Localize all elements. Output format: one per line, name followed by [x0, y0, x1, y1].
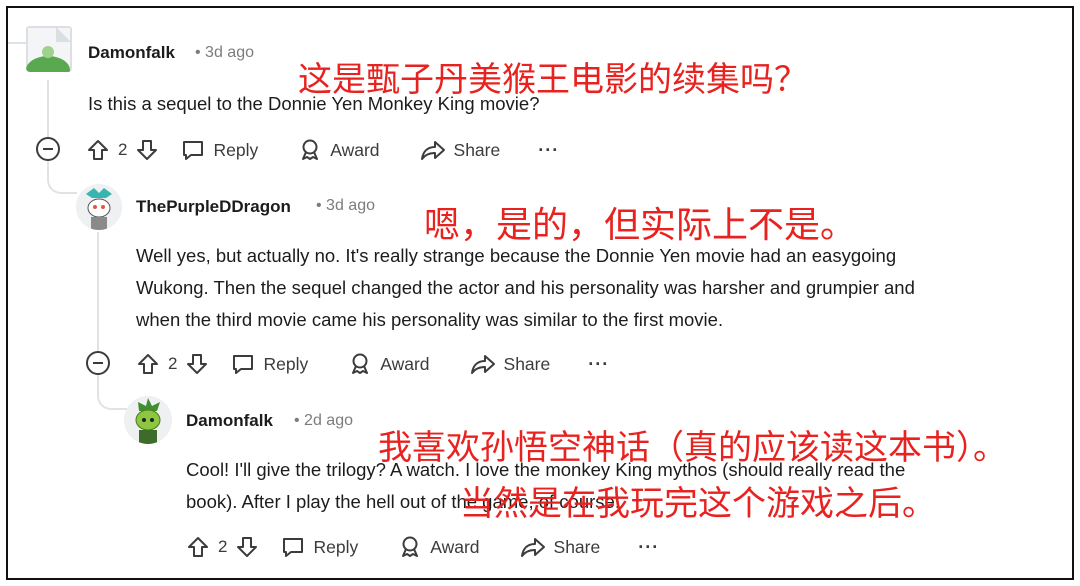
- downvote-button[interactable]: [185, 352, 209, 376]
- thread-line[interactable]: [47, 80, 49, 140]
- vote-count: 2: [168, 354, 178, 373]
- comment-username[interactable]: Damonfalk: [186, 411, 273, 431]
- avatar[interactable]: [124, 396, 172, 444]
- upvote-button[interactable]: [186, 535, 210, 559]
- award-label: Award: [380, 353, 430, 374]
- comment-action-bar: 2 Reply Award Share ···: [86, 134, 559, 166]
- award-icon: [302, 139, 319, 160]
- collapse-icon[interactable]: [86, 351, 110, 375]
- downvote-button[interactable]: [135, 138, 159, 162]
- upvote-icon: [88, 140, 108, 160]
- comment-action-bar: 2 Reply Award Share ···: [136, 348, 609, 380]
- downvote-icon: [137, 140, 158, 160]
- collapse-icon[interactable]: [36, 137, 60, 161]
- comment-username[interactable]: ThePurpleDDragon: [136, 197, 291, 217]
- downvote-button[interactable]: [235, 535, 259, 559]
- reply-label: Reply: [313, 536, 359, 557]
- upvote-icon: [138, 354, 158, 374]
- reply-button[interactable]: Reply: [231, 352, 308, 376]
- award-button[interactable]: Award: [298, 138, 380, 162]
- snoo-avatar-icon: [76, 184, 122, 230]
- thread-curve: [47, 160, 77, 194]
- award-button[interactable]: Award: [398, 535, 480, 559]
- comment-body-line: Wukong. Then the sequel changed the acto…: [136, 277, 915, 298]
- share-button[interactable]: Share: [420, 138, 501, 162]
- thread-curve: [8, 20, 28, 44]
- comment-username[interactable]: Damonfalk: [88, 43, 175, 63]
- award-icon: [402, 536, 419, 557]
- reply-label: Reply: [213, 139, 259, 160]
- comment-timestamp[interactable]: • 3d ago: [316, 197, 375, 215]
- award-icon: [352, 353, 369, 374]
- upvote-icon: [188, 537, 208, 557]
- vote-count: 2: [118, 140, 128, 159]
- share-icon: [420, 141, 445, 160]
- share-label: Share: [503, 353, 551, 374]
- award-button[interactable]: Award: [348, 352, 430, 376]
- upvote-button[interactable]: [136, 352, 160, 376]
- reply-label: Reply: [263, 353, 309, 374]
- comment-action-bar: 2 Reply Award Share ···: [186, 531, 659, 563]
- comment-body-line: Well yes, but actually no. It's really s…: [136, 245, 897, 266]
- thread-curve: [97, 374, 127, 410]
- share-icon: [470, 355, 495, 374]
- vote-count: 2: [218, 537, 228, 556]
- broken-image-avatar-icon: [26, 26, 72, 72]
- avatar[interactable]: [26, 26, 72, 72]
- downvote-icon: [237, 537, 258, 557]
- share-button[interactable]: Share: [520, 535, 601, 559]
- comment-timestamp[interactable]: • 3d ago: [195, 44, 254, 62]
- downvote-icon: [187, 354, 208, 374]
- reply-bubble-icon: [183, 141, 204, 160]
- reply-bubble-icon: [233, 355, 254, 374]
- share-button[interactable]: Share: [470, 352, 551, 376]
- comment-timestamp[interactable]: • 2d ago: [294, 412, 353, 430]
- share-label: Share: [453, 139, 501, 160]
- thread-line[interactable]: [97, 232, 99, 352]
- upvote-button[interactable]: [86, 138, 110, 162]
- share-icon: [520, 538, 545, 557]
- more-options-button[interactable]: ···: [538, 140, 559, 161]
- avatar[interactable]: [76, 184, 122, 230]
- share-label: Share: [553, 536, 601, 557]
- reply-button[interactable]: Reply: [281, 535, 358, 559]
- snoo-avatar-icon: [124, 396, 172, 444]
- comment-body-line: when the third movie came his personalit…: [136, 309, 724, 330]
- reply-button[interactable]: Reply: [181, 138, 258, 162]
- more-options-button[interactable]: ···: [588, 354, 609, 375]
- award-label: Award: [430, 536, 480, 557]
- comment-body: Is this a sequel to the Donnie Yen Monke…: [88, 93, 540, 114]
- more-options-button[interactable]: ···: [638, 537, 659, 558]
- award-label: Award: [330, 139, 380, 160]
- translation-overlay: 当然是在我玩完这个游戏之后。: [460, 484, 936, 524]
- reply-bubble-icon: [283, 538, 304, 557]
